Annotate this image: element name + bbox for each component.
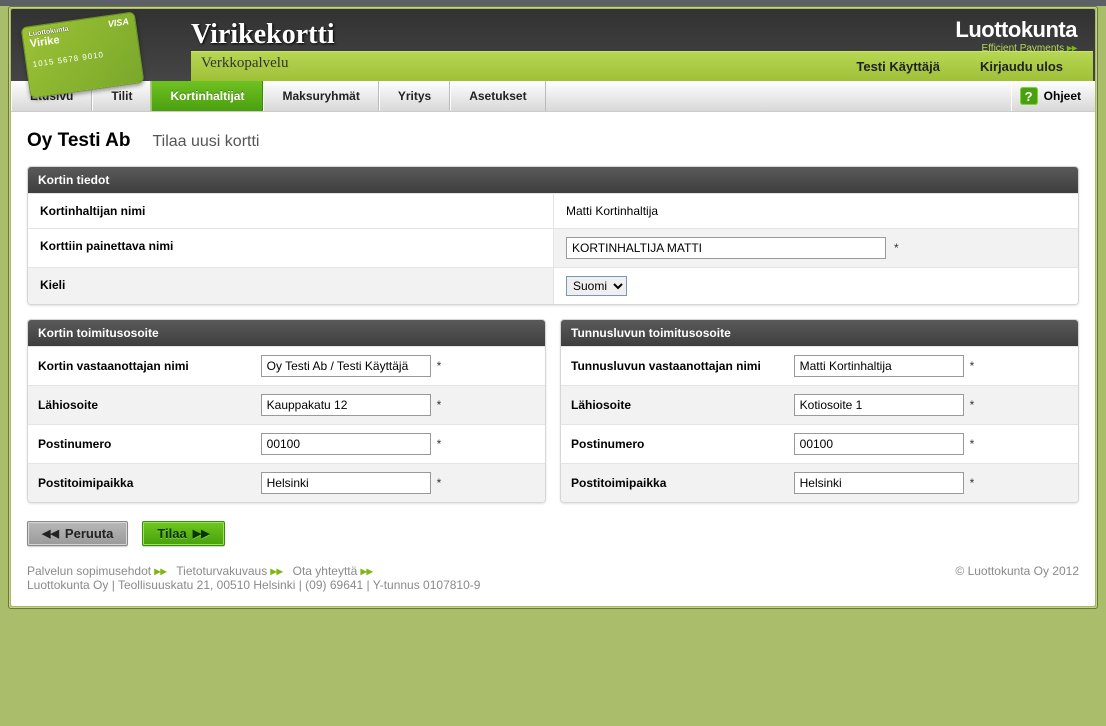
panel-card-info-title: Kortin tiedot bbox=[28, 167, 1078, 193]
footer: © Luottokunta Oy 2012 Palvelun sopimuseh… bbox=[11, 562, 1095, 606]
company-name: Oy Testi Ab bbox=[27, 130, 130, 152]
printed-name-label: Korttiin painettava nimi bbox=[28, 228, 553, 267]
card-street-label: Lähiosoite bbox=[28, 386, 261, 424]
panel-pin-delivery-title: Tunnusluvun toimitusosoite bbox=[561, 320, 1078, 346]
nav-spacer bbox=[546, 81, 1011, 111]
required-mark: * bbox=[970, 476, 975, 490]
pin-city-input[interactable] bbox=[794, 472, 964, 494]
card-street-input[interactable] bbox=[261, 394, 431, 416]
luottokunta-logo: Luottokunta Efficient Payments ▸▸ bbox=[955, 17, 1077, 54]
card-zip-label: Postinumero bbox=[28, 425, 261, 463]
tab-yritys[interactable]: Yritys bbox=[379, 81, 450, 111]
chevron-left-icon: ◀◀ bbox=[42, 527, 59, 540]
pin-street-label: Lähiosoite bbox=[561, 386, 794, 424]
card-city-label: Postitoimipaikka bbox=[28, 464, 261, 502]
holder-name-label: Kortinhaltijan nimi bbox=[28, 193, 553, 228]
arrows-icon: ▸▸ bbox=[361, 564, 373, 578]
required-mark: * bbox=[437, 398, 442, 412]
arrows-icon: ▸▸ bbox=[271, 564, 283, 578]
cancel-label: Peruuta bbox=[65, 526, 113, 541]
page-title: Oy Testi Ab Tilaa uusi kortti bbox=[27, 124, 1079, 166]
footer-copyright: © Luottokunta Oy 2012 bbox=[955, 564, 1079, 578]
pin-street-input[interactable] bbox=[794, 394, 964, 416]
main-nav: Etusivu Tilit Kortinhaltijat Maksuryhmät… bbox=[11, 81, 1095, 112]
panel-card-delivery: Kortin toimitusosoite Kortin vastaanotta… bbox=[27, 319, 546, 503]
footer-address: Luottokunta Oy | Teollisuuskatu 21, 0051… bbox=[27, 578, 1079, 592]
site-subtitle: Verkkopalvelu bbox=[201, 55, 288, 72]
help-label: Ohjeet bbox=[1044, 89, 1081, 103]
required-mark: * bbox=[437, 437, 442, 451]
current-user: Testi Käyttäjä bbox=[856, 59, 940, 74]
pin-zip-label: Postinumero bbox=[561, 425, 794, 463]
logo-line1: Luottokunta bbox=[955, 17, 1077, 43]
footer-link-contact[interactable]: Ota yhteyttä bbox=[293, 564, 358, 578]
holder-name-value: Matti Kortinhaltija bbox=[553, 193, 1078, 228]
language-label: Kieli bbox=[28, 267, 553, 304]
footer-link-security[interactable]: Tietoturvakuvaus bbox=[176, 564, 267, 578]
user-bar: Testi Käyttäjä Kirjaudu ulos bbox=[191, 51, 1093, 81]
tab-asetukset[interactable]: Asetukset bbox=[450, 81, 545, 111]
required-mark: * bbox=[437, 359, 442, 373]
pin-recipient-input[interactable] bbox=[794, 355, 964, 377]
required-mark: * bbox=[970, 359, 975, 373]
footer-link-terms[interactable]: Palvelun sopimusehdot bbox=[27, 564, 151, 578]
help-icon: ? bbox=[1020, 87, 1038, 105]
card-zip-input[interactable] bbox=[261, 433, 431, 455]
printed-name-input[interactable] bbox=[566, 237, 886, 259]
pin-city-label: Postitoimipaikka bbox=[561, 464, 794, 502]
logout-link[interactable]: Kirjaudu ulos bbox=[980, 59, 1063, 74]
content: Oy Testi Ab Tilaa uusi kortti Kortin tie… bbox=[11, 112, 1095, 562]
order-label: Tilaa bbox=[157, 526, 186, 541]
pin-zip-input[interactable] bbox=[794, 433, 964, 455]
required-mark: * bbox=[970, 398, 975, 412]
card-recipient-input[interactable] bbox=[261, 355, 431, 377]
required-mark: * bbox=[894, 241, 899, 255]
chevron-right-icon: ▶▶ bbox=[193, 527, 210, 540]
tab-kortinhaltijat[interactable]: Kortinhaltijat bbox=[151, 81, 263, 111]
order-button[interactable]: Tilaa ▶▶ bbox=[142, 521, 224, 546]
panel-card-delivery-title: Kortin toimitusosoite bbox=[28, 320, 545, 346]
tab-help[interactable]: ? Ohjeet bbox=[1011, 81, 1095, 111]
panel-pin-delivery: Tunnusluvun toimitusosoite Tunnusluvun v… bbox=[560, 319, 1079, 503]
action-buttons: ◀◀ Peruuta Tilaa ▶▶ bbox=[27, 517, 1079, 556]
required-mark: * bbox=[970, 437, 975, 451]
card-city-input[interactable] bbox=[261, 472, 431, 494]
page-action: Tilaa uusi kortti bbox=[152, 133, 259, 151]
header: VISA Luottokunta Virike 1015 5678 9010 V… bbox=[11, 9, 1095, 81]
site-title: Virikekortti bbox=[191, 19, 335, 51]
panel-card-info: Kortin tiedot Kortinhaltijan nimi Matti … bbox=[27, 166, 1079, 305]
tab-maksuryhmat[interactable]: Maksuryhmät bbox=[263, 81, 378, 111]
arrows-icon: ▸▸ bbox=[154, 564, 166, 578]
language-select[interactable]: Suomi bbox=[566, 276, 627, 296]
card-recipient-label: Kortin vastaanottajan nimi bbox=[28, 347, 261, 385]
cancel-button[interactable]: ◀◀ Peruuta bbox=[27, 521, 128, 546]
card-number: 1015 5678 9010 bbox=[32, 46, 133, 69]
pin-recipient-label: Tunnusluvun vastaanottajan nimi bbox=[561, 347, 794, 385]
required-mark: * bbox=[437, 476, 442, 490]
